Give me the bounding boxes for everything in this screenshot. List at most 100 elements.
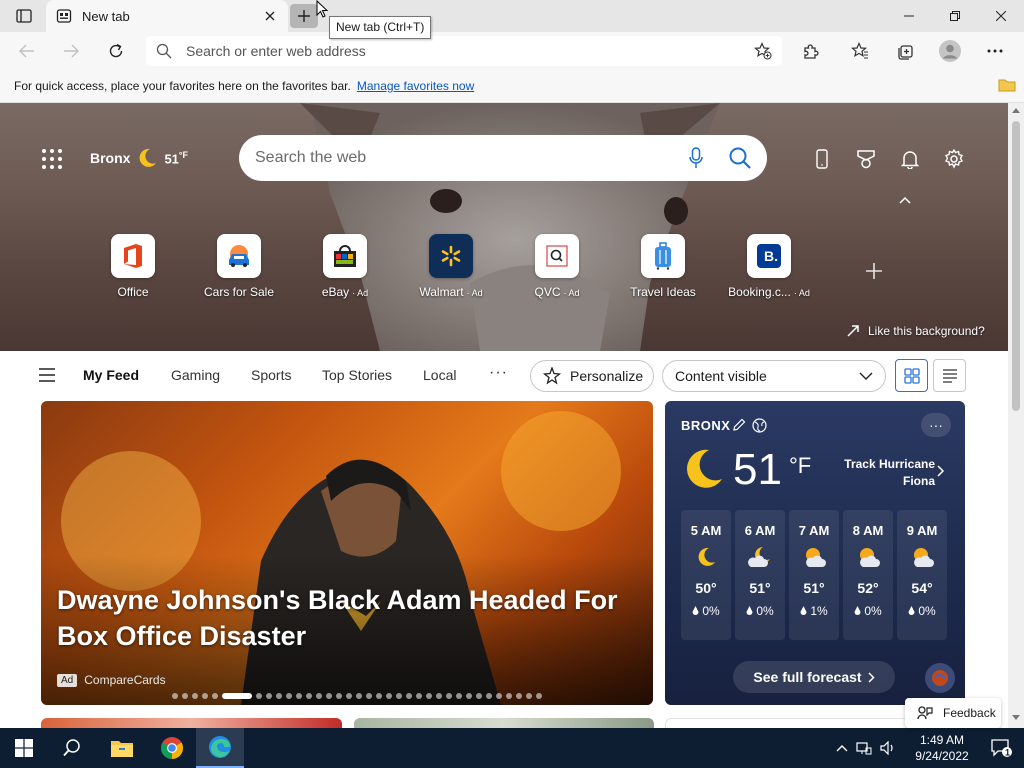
minimize-button[interactable] bbox=[886, 0, 932, 32]
carousel-dot[interactable] bbox=[476, 693, 482, 699]
action-center-icon[interactable]: 1 bbox=[978, 728, 1024, 768]
carousel-dot[interactable] bbox=[222, 693, 252, 699]
chrome-icon[interactable] bbox=[148, 728, 196, 768]
hour-forecast[interactable]: 9 AM 54° 0% bbox=[897, 510, 947, 640]
hurricane-alert-link[interactable]: Track Hurricane Fiona bbox=[825, 456, 935, 490]
web-search-box[interactable] bbox=[239, 135, 767, 181]
carousel-dot[interactable] bbox=[202, 693, 208, 699]
hour-forecast[interactable]: 8 AM 52° 0% bbox=[843, 510, 893, 640]
list-view-button[interactable] bbox=[933, 359, 966, 392]
carousel-dot[interactable] bbox=[436, 693, 442, 699]
carousel-dot[interactable] bbox=[466, 693, 472, 699]
apps-launcher-icon[interactable] bbox=[40, 147, 64, 171]
scroll-thumb[interactable] bbox=[1012, 121, 1020, 411]
hour-forecast[interactable]: 7 AM 51° 1% bbox=[789, 510, 839, 640]
carousel-dot[interactable] bbox=[296, 693, 302, 699]
file-explorer-icon[interactable] bbox=[98, 728, 146, 768]
carousel-dots[interactable] bbox=[172, 693, 542, 699]
quick-link-booking[interactable]: B. Booking.c... · Ad bbox=[719, 234, 819, 299]
carousel-dot[interactable] bbox=[496, 693, 502, 699]
volume-icon[interactable] bbox=[880, 741, 896, 755]
tab-actions-icon[interactable] bbox=[10, 6, 38, 26]
address-bar[interactable] bbox=[146, 36, 782, 66]
quick-link-qvc[interactable]: QVC · Ad bbox=[507, 234, 607, 299]
show-hidden-icons-chevron-up-icon[interactable] bbox=[836, 744, 848, 752]
quick-link-office[interactable]: Office bbox=[83, 234, 183, 299]
close-tab-icon[interactable] bbox=[262, 8, 278, 24]
scroll-up-arrow-icon[interactable] bbox=[1012, 107, 1020, 113]
carousel-dot[interactable] bbox=[172, 693, 178, 699]
search-submit-icon[interactable] bbox=[729, 147, 751, 169]
back-button[interactable] bbox=[12, 36, 42, 66]
tab-gaming[interactable]: Gaming bbox=[171, 367, 220, 383]
carousel-dot[interactable] bbox=[446, 693, 452, 699]
hour-forecast[interactable]: 5 AM 50° 0% bbox=[681, 510, 731, 640]
carousel-dot[interactable] bbox=[286, 693, 292, 699]
manage-favorites-link[interactable]: Manage favorites now bbox=[357, 79, 474, 93]
scroll-down-arrow-icon[interactable] bbox=[1012, 715, 1020, 721]
web-search-input[interactable] bbox=[255, 149, 689, 167]
network-icon[interactable] bbox=[856, 741, 872, 755]
news-headline[interactable]: Dwayne Johnson's Black Adam Headed For B… bbox=[57, 582, 637, 654]
mobile-phone-icon[interactable] bbox=[810, 147, 834, 171]
profile-avatar[interactable] bbox=[935, 36, 965, 66]
see-full-forecast-button[interactable]: See full forecast bbox=[733, 661, 895, 693]
tab-my-feed[interactable]: My Feed bbox=[83, 367, 139, 383]
page-settings-gear-icon[interactable] bbox=[942, 147, 966, 171]
carousel-dot[interactable] bbox=[356, 693, 362, 699]
add-favorite-icon[interactable] bbox=[754, 42, 772, 60]
more-tabs-button[interactable]: ··· bbox=[489, 364, 508, 382]
tab-sports[interactable]: Sports bbox=[251, 367, 291, 383]
carousel-dot[interactable] bbox=[416, 693, 422, 699]
favorites-icon[interactable] bbox=[845, 36, 875, 66]
close-window-button[interactable] bbox=[978, 0, 1024, 32]
content-visibility-dropdown[interactable]: Content visible bbox=[662, 360, 886, 392]
carousel-dot[interactable] bbox=[366, 693, 372, 699]
notifications-bell-icon[interactable] bbox=[898, 147, 922, 171]
add-quick-link-plus-icon[interactable] bbox=[864, 261, 884, 281]
extensions-icon[interactable] bbox=[796, 36, 826, 66]
grid-view-button[interactable] bbox=[895, 359, 928, 392]
like-background-link[interactable]: Like this background? bbox=[846, 324, 985, 338]
carousel-dot[interactable] bbox=[266, 693, 272, 699]
carousel-dot[interactable] bbox=[426, 693, 432, 699]
edge-browser-icon[interactable] bbox=[196, 728, 244, 768]
edit-location-pencil-icon[interactable] bbox=[732, 418, 746, 432]
tab-local[interactable]: Local bbox=[423, 367, 456, 383]
carousel-dot[interactable] bbox=[276, 693, 282, 699]
carousel-dot[interactable] bbox=[326, 693, 332, 699]
carousel-dot[interactable] bbox=[406, 693, 412, 699]
feedback-button[interactable]: Feedback bbox=[905, 698, 1001, 728]
carousel-dot[interactable] bbox=[192, 693, 198, 699]
personalize-button[interactable]: Personalize bbox=[530, 360, 654, 392]
address-input[interactable] bbox=[186, 43, 754, 59]
new-tab-button[interactable] bbox=[290, 4, 318, 28]
carousel-dot[interactable] bbox=[376, 693, 382, 699]
featured-news-card[interactable]: Dwayne Johnson's Black Adam Headed For B… bbox=[41, 401, 653, 705]
carousel-dot[interactable] bbox=[536, 693, 542, 699]
other-favorites-folder-icon[interactable] bbox=[998, 77, 1016, 93]
carousel-dot[interactable] bbox=[526, 693, 532, 699]
globe-icon[interactable] bbox=[752, 418, 767, 433]
quick-link-travel-ideas[interactable]: Travel Ideas bbox=[613, 234, 713, 299]
taskbar-search-icon[interactable] bbox=[48, 728, 96, 768]
quick-link-cars-for-sale[interactable]: Cars for Sale bbox=[189, 234, 289, 299]
carousel-dot[interactable] bbox=[336, 693, 342, 699]
carousel-dot[interactable] bbox=[456, 693, 462, 699]
hamburger-menu-icon[interactable] bbox=[38, 368, 56, 382]
carousel-dot[interactable] bbox=[386, 693, 392, 699]
restore-button[interactable] bbox=[932, 0, 978, 32]
microphone-icon[interactable] bbox=[689, 147, 703, 169]
carousel-dot[interactable] bbox=[182, 693, 188, 699]
collapse-chevron-up-icon[interactable] bbox=[898, 195, 912, 205]
page-scrollbar[interactable] bbox=[1008, 103, 1024, 728]
carousel-dot[interactable] bbox=[396, 693, 402, 699]
quick-link-walmart[interactable]: Walmart · Ad bbox=[401, 234, 501, 299]
carousel-dot[interactable] bbox=[516, 693, 522, 699]
active-tab[interactable]: New tab bbox=[46, 0, 288, 32]
forward-button[interactable] bbox=[56, 36, 86, 66]
carousel-dot[interactable] bbox=[346, 693, 352, 699]
windows-start-icon[interactable] bbox=[0, 728, 48, 768]
quick-link-ebay[interactable]: eBay · Ad bbox=[295, 234, 395, 299]
carousel-dot[interactable] bbox=[256, 693, 262, 699]
